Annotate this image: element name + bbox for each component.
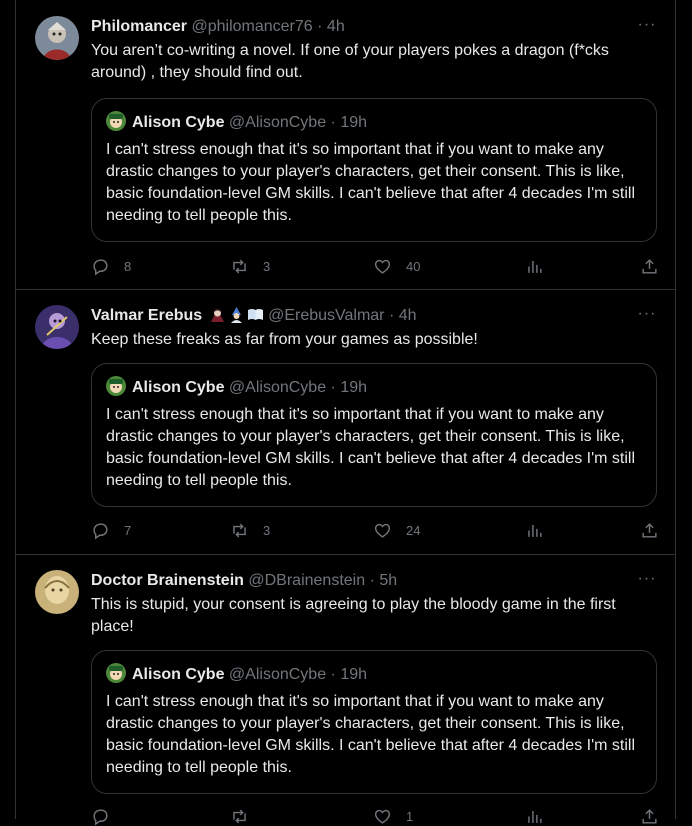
tweet[interactable]: Philomancer @philomancer76 · 4h ··· You … <box>16 0 675 290</box>
author-name[interactable]: Doctor Brainenstein <box>91 572 244 589</box>
separator-dot: · <box>330 114 336 131</box>
avatar[interactable] <box>35 16 79 60</box>
open-book-emoji-icon <box>247 306 264 323</box>
quote-author-name: Alison Cybe <box>132 114 225 131</box>
views-button[interactable] <box>525 520 558 540</box>
more-options-icon[interactable]: ··· <box>635 16 659 38</box>
share-button[interactable] <box>640 806 659 826</box>
quote-header: Alison Cybe @AlisonCybe · 19h <box>106 663 367 685</box>
quote-timestamp: 19h <box>340 666 368 683</box>
quote-text: I can't stress enough that it's so impor… <box>106 693 636 776</box>
tweet[interactable]: Valmar Erebus @ErebusValmar · 4h ··· Kee… <box>16 289 675 555</box>
retweet-icon <box>233 809 246 823</box>
quote-author-handle: @AlisonCybe <box>228 666 327 683</box>
separator-dot: · <box>330 379 336 396</box>
reply-button[interactable] <box>91 806 124 826</box>
like-count: 40 <box>406 258 421 274</box>
quote-author-name: Alison Cybe <box>132 379 225 396</box>
separator-dot: · <box>317 18 323 35</box>
retweet-icon <box>233 259 246 273</box>
like-button[interactable]: 40 <box>373 256 420 276</box>
retweet-button[interactable]: 3 <box>230 256 270 276</box>
more-options-icon[interactable]: ··· <box>635 305 659 327</box>
views-icon <box>528 810 542 823</box>
separator-dot: · <box>330 666 336 683</box>
reply-button[interactable]: 7 <box>91 520 131 540</box>
avatar[interactable] <box>35 570 79 614</box>
vampire-emoji-icon <box>209 306 226 323</box>
reply-button[interactable]: 8 <box>91 256 131 276</box>
quote-text: I can't stress enough that it's so impor… <box>106 141 636 224</box>
share-button[interactable] <box>640 256 659 276</box>
reply-count: 7 <box>124 522 132 538</box>
like-button[interactable]: 1 <box>373 806 413 826</box>
reply-icon <box>93 258 108 275</box>
author-handle[interactable]: @philomancer76 <box>191 18 312 35</box>
quote-timestamp: 19h <box>340 114 368 131</box>
quoted-tweet[interactable]: Alison Cybe @AlisonCybe · 19h I can't st… <box>91 363 657 507</box>
heart-icon <box>374 523 391 538</box>
retweet-icon <box>233 523 246 537</box>
tweet-header: Doctor Brainenstein @DBrainenstein · 5h <box>91 570 659 592</box>
tweet-text: You aren’t co-writing a novel. If one of… <box>91 42 609 81</box>
quoted-tweet[interactable]: Alison Cybe @AlisonCybe · 19h I can't st… <box>91 98 657 242</box>
reply-count: 8 <box>124 258 132 274</box>
avatar[interactable] <box>35 305 79 349</box>
retweet-count: 3 <box>263 258 271 274</box>
author-handle[interactable]: @ErebusValmar <box>268 307 384 324</box>
mage-emoji-icon <box>228 306 245 323</box>
author-name[interactable]: Philomancer <box>91 18 187 35</box>
views-icon <box>528 524 542 537</box>
like-count: 1 <box>406 808 414 824</box>
retweet-button[interactable]: 3 <box>230 520 270 540</box>
tweet-text: This is stupid, your consent is agreeing… <box>91 596 616 635</box>
tweet[interactable]: Doctor Brainenstein @DBrainenstein · 5h … <box>16 554 675 826</box>
reply-icon <box>93 522 108 539</box>
timeline: Philomancer @philomancer76 · 4h ··· You … <box>15 0 676 825</box>
quote-header: Alison Cybe @AlisonCybe · 19h <box>106 376 367 398</box>
timestamp[interactable]: 5h <box>379 572 397 589</box>
share-icon <box>642 522 657 538</box>
quote-text: I can't stress enough that it's so impor… <box>106 406 636 489</box>
timestamp[interactable]: 4h <box>399 307 417 324</box>
like-button[interactable]: 24 <box>373 520 420 540</box>
tweet-header: Philomancer @philomancer76 · 4h <box>91 16 659 38</box>
views-icon <box>528 260 542 273</box>
more-options-icon[interactable]: ··· <box>635 570 659 592</box>
share-icon <box>642 808 657 824</box>
separator-dot: · <box>388 307 395 324</box>
tweet-actions: 8 3 40 <box>91 256 659 276</box>
tweet-actions: 7 3 24 <box>91 520 659 540</box>
tweet-actions: 1 <box>91 806 659 826</box>
heart-icon <box>374 809 391 824</box>
retweet-button[interactable] <box>230 806 263 826</box>
quote-author-handle: @AlisonCybe <box>228 379 327 396</box>
quote-author-handle: @AlisonCybe <box>228 114 327 131</box>
quote-timestamp: 19h <box>340 379 368 396</box>
timestamp[interactable]: 4h <box>327 18 345 35</box>
retweet-count: 3 <box>263 522 271 538</box>
quoted-tweet[interactable]: Alison Cybe @AlisonCybe · 19h I can't st… <box>91 650 657 794</box>
tweet-header: Valmar Erebus @ErebusValmar · 4h <box>91 305 659 327</box>
reply-icon <box>93 808 108 825</box>
quote-avatar <box>106 663 126 683</box>
like-count: 24 <box>406 522 421 538</box>
share-icon <box>642 258 657 274</box>
quote-author-name: Alison Cybe <box>132 666 225 683</box>
views-button[interactable] <box>525 256 558 276</box>
quote-avatar <box>106 111 126 131</box>
share-button[interactable] <box>640 520 659 540</box>
quote-header: Alison Cybe @AlisonCybe · 19h <box>106 111 367 133</box>
separator-dot: · <box>369 572 375 589</box>
author-name[interactable]: Valmar Erebus <box>91 307 202 324</box>
views-button[interactable] <box>525 806 558 826</box>
quote-avatar <box>106 376 126 396</box>
author-handle[interactable]: @DBrainenstein <box>248 572 365 589</box>
tweet-text: Keep these freaks as far from your games… <box>91 331 478 348</box>
heart-icon <box>374 259 391 274</box>
